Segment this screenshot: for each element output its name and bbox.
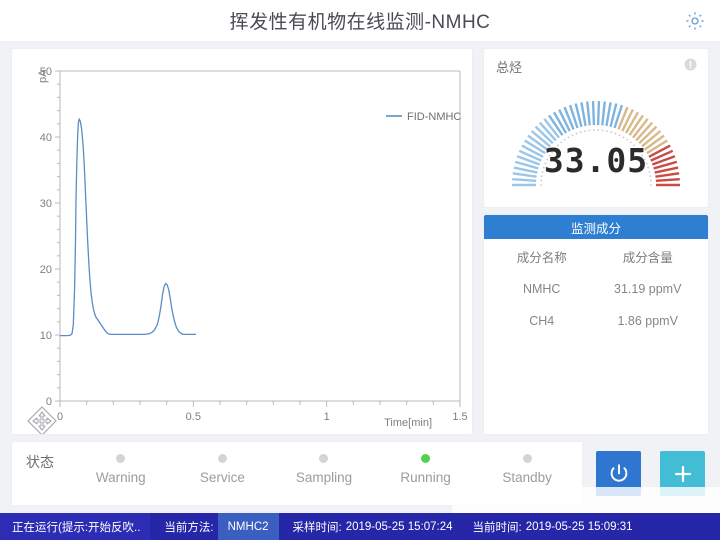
status-indicator-dot [522,454,532,463]
status-item-label: Warning [95,470,146,485]
column-header-value: 成分含量 [622,250,673,265]
status-indicator-dot [421,454,431,463]
component-value: 1.86 ppmV [617,314,678,328]
gear-icon[interactable] [684,10,706,32]
svg-text:10: 10 [40,330,52,342]
legend-label: FID-NMHC [407,111,461,123]
status-card: 状态 Warning Service Sampling Running Standby [12,442,582,505]
running-message: 正在运行(提示:开始反吹.. [0,513,151,540]
status-item-label: Standby [502,470,552,485]
status-indicator-list: Warning Service Sampling Running Standby [70,448,578,502]
components-table-card: 监测成分 成分名称 成分含量 NMHC 31.19 ppmV CH4 1.86 … [484,215,708,434]
method-label: 当前方法: [150,513,218,540]
power-button[interactable] [596,451,641,496]
gauge-value: 33.05 [543,141,649,180]
table-row: CH4 1.86 ppmV [484,305,708,337]
status-indicator-dot [217,454,227,463]
chromatogram-chart[interactable]: 01020304050 0 0.5 1 1.5 pA Time[min] FID-NM… [12,49,472,434]
status-item-label: Running [400,470,451,485]
status-item-sampling[interactable]: Sampling [273,448,375,485]
status-title: 状态 [26,454,54,470]
component-name: CH4 [529,314,555,328]
sample-time: 采样时间: 2019-05-25 15:07:24 [279,513,459,540]
status-item-service[interactable]: Service [172,448,274,485]
components-table-title: 监测成分 [484,215,708,239]
total-hydrocarbon-gauge-card: 总烃 33.05 [484,49,708,207]
svg-text:0: 0 [46,396,52,408]
series-line-fid-nmhc [60,117,196,337]
svg-text:0.5: 0.5 [186,411,201,423]
svg-text:40: 40 [40,132,52,144]
status-bottom-bar: 正在运行(提示:开始反吹.. 当前方法: NMHC2 采样时间: 2019-05… [0,513,720,540]
current-time-value: 2019-05-25 15:09:31 [525,520,633,533]
move-pan-icon[interactable] [27,406,57,434]
status-item-label: Sampling [295,470,353,485]
add-button[interactable] [660,451,705,496]
chromatogram-card: 0 10 20 30 40 50 0 0.5 1 1.5 pA Time[min] FID-NM… [12,49,472,434]
page-title: 挥发性有机物在线监测-NMHC [229,12,491,33]
status-indicator-dot [319,454,329,463]
status-item-warning[interactable]: Warning [70,448,172,485]
method-value: NMHC2 [217,513,279,540]
svg-text:0: 0 [57,411,63,423]
column-header-name: 成分名称 [516,250,567,265]
status-item-standby[interactable]: Standby [476,448,578,485]
chart-legend: FID-NMHC [386,111,461,123]
app-header: 挥发性有机物在线监测-NMHC [0,0,720,41]
component-value: 31.19 ppmV [614,282,682,296]
table-row: NMHC 31.19 ppmV [484,273,708,305]
svg-text:30: 30 [40,198,52,210]
x-axis-label: Time[min] [384,417,432,429]
y-axis-label: pA [37,69,49,83]
components-table-header-row: 成分名称 成分含量 [484,239,708,273]
gauge-dial [484,63,708,207]
status-item-running[interactable]: Running [375,448,477,485]
sample-time-label: 采样时间: [292,521,342,534]
current-time: 当前时间: 2019-05-25 15:09:31 [459,513,639,540]
current-time-label: 当前时间: [472,521,522,534]
svg-text:1: 1 [324,411,330,423]
svg-text:1.5: 1.5 [452,411,467,423]
status-item-label: Service [199,470,245,485]
page-body: 0 10 20 30 40 50 0 0.5 1 1.5 pA Time[min] FID-NM… [0,41,720,513]
sample-time-value: 2019-05-25 15:07:24 [345,520,453,533]
status-indicator-dot [116,454,126,463]
svg-text:20: 20 [40,264,52,276]
component-name: NMHC [522,282,561,296]
